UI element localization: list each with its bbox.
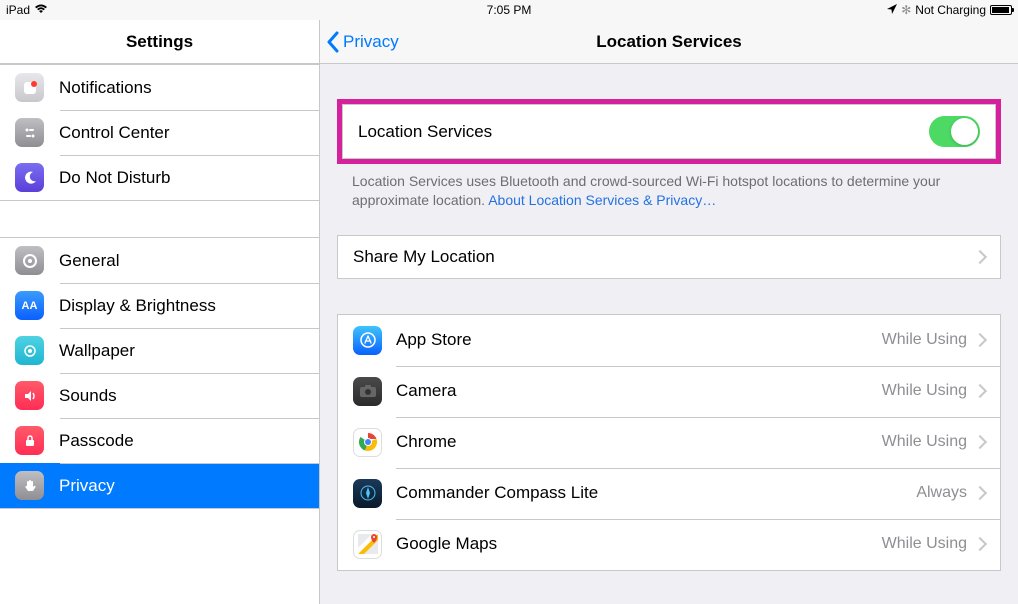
sidebar-group-2: General AA Display & Brightness Wallpape… (0, 237, 319, 509)
share-label: Share My Location (353, 247, 975, 267)
sidebar-item-label: Notifications (59, 78, 152, 98)
display-icon: AA (15, 291, 44, 320)
chevron-right-icon (975, 247, 985, 267)
app-status: While Using (882, 433, 967, 451)
status-device: iPad (6, 3, 30, 17)
sidebar-item-general[interactable]: General (0, 238, 319, 283)
app-name: Google Maps (396, 534, 882, 554)
sidebar-item-dnd[interactable]: Do Not Disturb (0, 155, 319, 200)
sidebar-item-label: Display & Brightness (59, 296, 216, 316)
sidebar-title: Settings (0, 20, 319, 64)
sidebar-item-label: Privacy (59, 476, 115, 496)
app-name: App Store (396, 330, 882, 350)
app-row-camera[interactable]: Camera While Using (338, 366, 1000, 417)
back-label: Privacy (343, 32, 399, 52)
battery-icon (990, 5, 1012, 15)
location-services-toggle-row[interactable]: Location Services (343, 105, 995, 158)
detail-header: Privacy Location Services (320, 20, 1018, 64)
hand-icon (15, 471, 44, 500)
status-time: 7:05 PM (487, 3, 532, 17)
sidebar-item-sounds[interactable]: Sounds (0, 373, 319, 418)
settings-sidebar: Settings Notifications Control Center Do… (0, 20, 320, 604)
sidebar-item-display[interactable]: AA Display & Brightness (0, 283, 319, 328)
sidebar-item-label: Control Center (59, 123, 170, 143)
app-status: While Using (882, 535, 967, 553)
app-name: Camera (396, 381, 882, 401)
detail-pane: Privacy Location Services Location Servi… (320, 20, 1018, 604)
location-services-description: Location Services uses Bluetooth and cro… (337, 164, 1001, 235)
app-name: Commander Compass Lite (396, 483, 916, 503)
chevron-right-icon (975, 381, 985, 401)
app-name: Chrome (396, 432, 882, 452)
notifications-icon (15, 73, 44, 102)
speaker-icon (15, 381, 44, 410)
toggle-label: Location Services (358, 122, 929, 142)
moon-icon (15, 163, 44, 192)
app-row-googlemaps[interactable]: Google Maps While Using (338, 519, 1000, 570)
sidebar-item-notifications[interactable]: Notifications (0, 65, 319, 110)
sidebar-item-privacy[interactable]: Privacy (0, 463, 319, 508)
location-services-toggle[interactable] (929, 116, 980, 147)
app-status: While Using (882, 382, 967, 400)
status-charging: Not Charging (915, 3, 986, 17)
chevron-right-icon (975, 330, 985, 350)
gear-icon (15, 246, 44, 275)
wallpaper-icon (15, 336, 44, 365)
back-button[interactable]: Privacy (320, 31, 407, 53)
app-status: While Using (882, 331, 967, 349)
compass-icon (353, 479, 382, 508)
apps-list: App Store While Using Camera While Using… (337, 314, 1001, 571)
sidebar-item-passcode[interactable]: Passcode (0, 418, 319, 463)
sidebar-group-1: Notifications Control Center Do Not Dist… (0, 64, 319, 201)
detail-title: Location Services (596, 32, 742, 52)
sidebar-item-label: Passcode (59, 431, 134, 451)
share-my-location-row[interactable]: Share My Location (338, 236, 1000, 278)
chevron-right-icon (975, 432, 985, 452)
sidebar-item-label: Do Not Disturb (59, 168, 170, 188)
app-row-chrome[interactable]: Chrome While Using (338, 417, 1000, 468)
camera-icon (353, 377, 382, 406)
highlight-box: Location Services (337, 99, 1001, 164)
sidebar-item-control-center[interactable]: Control Center (0, 110, 319, 155)
status-bar: iPad 7:05 PM ✻ Not Charging (0, 0, 1018, 20)
sidebar-item-label: Sounds (59, 386, 117, 406)
bluetooth-icon: ✻ (901, 3, 911, 17)
location-arrow-icon (887, 3, 897, 17)
sidebar-item-wallpaper[interactable]: Wallpaper (0, 328, 319, 373)
chevron-left-icon (326, 31, 339, 53)
chevron-right-icon (975, 483, 985, 503)
app-row-compass[interactable]: Commander Compass Lite Always (338, 468, 1000, 519)
googlemaps-icon (353, 530, 382, 559)
control-center-icon (15, 118, 44, 147)
app-row-appstore[interactable]: App Store While Using (338, 315, 1000, 366)
appstore-icon (353, 326, 382, 355)
wifi-icon (34, 3, 48, 17)
about-privacy-link[interactable]: About Location Services & Privacy… (488, 192, 716, 208)
sidebar-item-label: General (59, 251, 119, 271)
app-status: Always (916, 484, 967, 502)
lock-icon (15, 426, 44, 455)
sidebar-item-label: Wallpaper (59, 341, 135, 361)
chrome-icon (353, 428, 382, 457)
chevron-right-icon (975, 534, 985, 554)
